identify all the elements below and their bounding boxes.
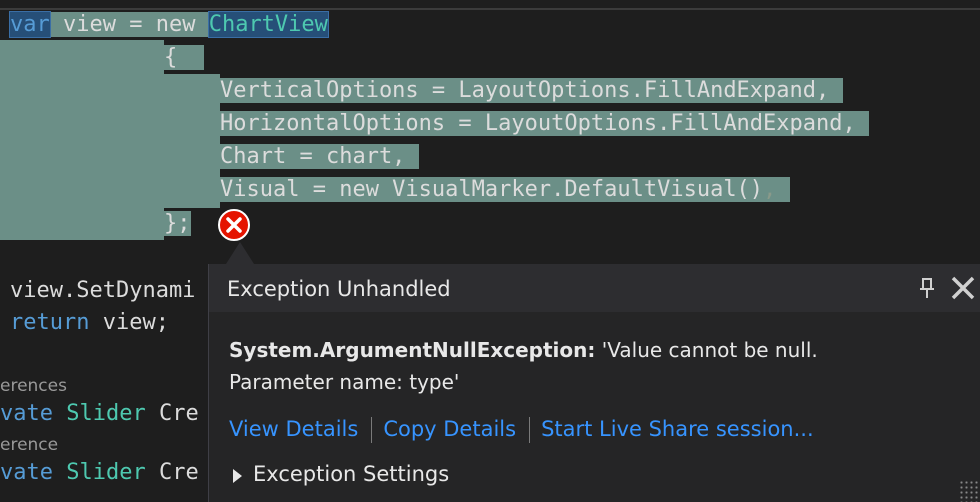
exception-message: System.ArgumentNullException: 'Value can… xyxy=(229,334,969,398)
link-separator xyxy=(529,417,531,443)
popup-links: View Details Copy Details Start Live Share… xyxy=(229,417,814,443)
code-line-4[interactable]: HorizontalOptions = LayoutOptions.FillAn… xyxy=(220,107,870,140)
code-line-2[interactable]: { xyxy=(164,41,204,74)
code-line-1[interactable]: var view = new ChartView xyxy=(9,8,329,41)
code-line-9[interactable]: return view; xyxy=(10,306,169,339)
exception-parameter: Parameter name: type' xyxy=(229,370,460,394)
live-share-link[interactable]: Start Live Share session... xyxy=(541,417,814,441)
link-separator xyxy=(371,417,373,443)
exception-popup: Exception Unhandled System.ArgumentNullE… xyxy=(208,264,980,502)
code-line-7[interactable]: }; xyxy=(164,207,191,240)
code-line-8[interactable]: view.SetDynami xyxy=(10,274,195,307)
expand-triangle-icon[interactable] xyxy=(233,469,242,483)
exception-settings-toggle[interactable]: Exception Settings xyxy=(253,462,449,486)
pin-icon[interactable] xyxy=(915,276,939,300)
popup-title: Exception Unhandled xyxy=(227,277,451,301)
view-details-link[interactable]: View Details xyxy=(229,417,358,441)
exception-type: System.ArgumentNullException: xyxy=(229,338,596,362)
code-line-5[interactable]: Chart = chart, xyxy=(220,140,419,173)
codelens-references-2[interactable]: erence xyxy=(0,435,58,455)
codelens-references-1[interactable]: erences xyxy=(0,376,67,396)
copy-details-link[interactable]: Copy Details xyxy=(383,417,516,441)
code-line-10[interactable]: vate Slider Cre xyxy=(0,397,199,430)
error-x-icon[interactable] xyxy=(218,209,250,241)
resize-grip-icon[interactable] xyxy=(959,480,980,502)
code-line-3[interactable]: VerticalOptions = LayoutOptions.FillAndE… xyxy=(220,74,843,107)
editor-top xyxy=(0,0,980,8)
code-line-6[interactable]: Visual = new VisualMarker.DefaultVisual(… xyxy=(220,173,790,206)
exception-text: 'Value cannot be null. xyxy=(595,338,818,362)
selection-mid-block xyxy=(164,74,220,208)
close-icon[interactable] xyxy=(949,274,977,302)
popup-header: Exception Unhandled xyxy=(209,264,980,312)
popup-pointer xyxy=(226,242,254,264)
code-line-11[interactable]: vate Slider Cre xyxy=(0,456,199,489)
selection-left-block xyxy=(0,40,164,240)
